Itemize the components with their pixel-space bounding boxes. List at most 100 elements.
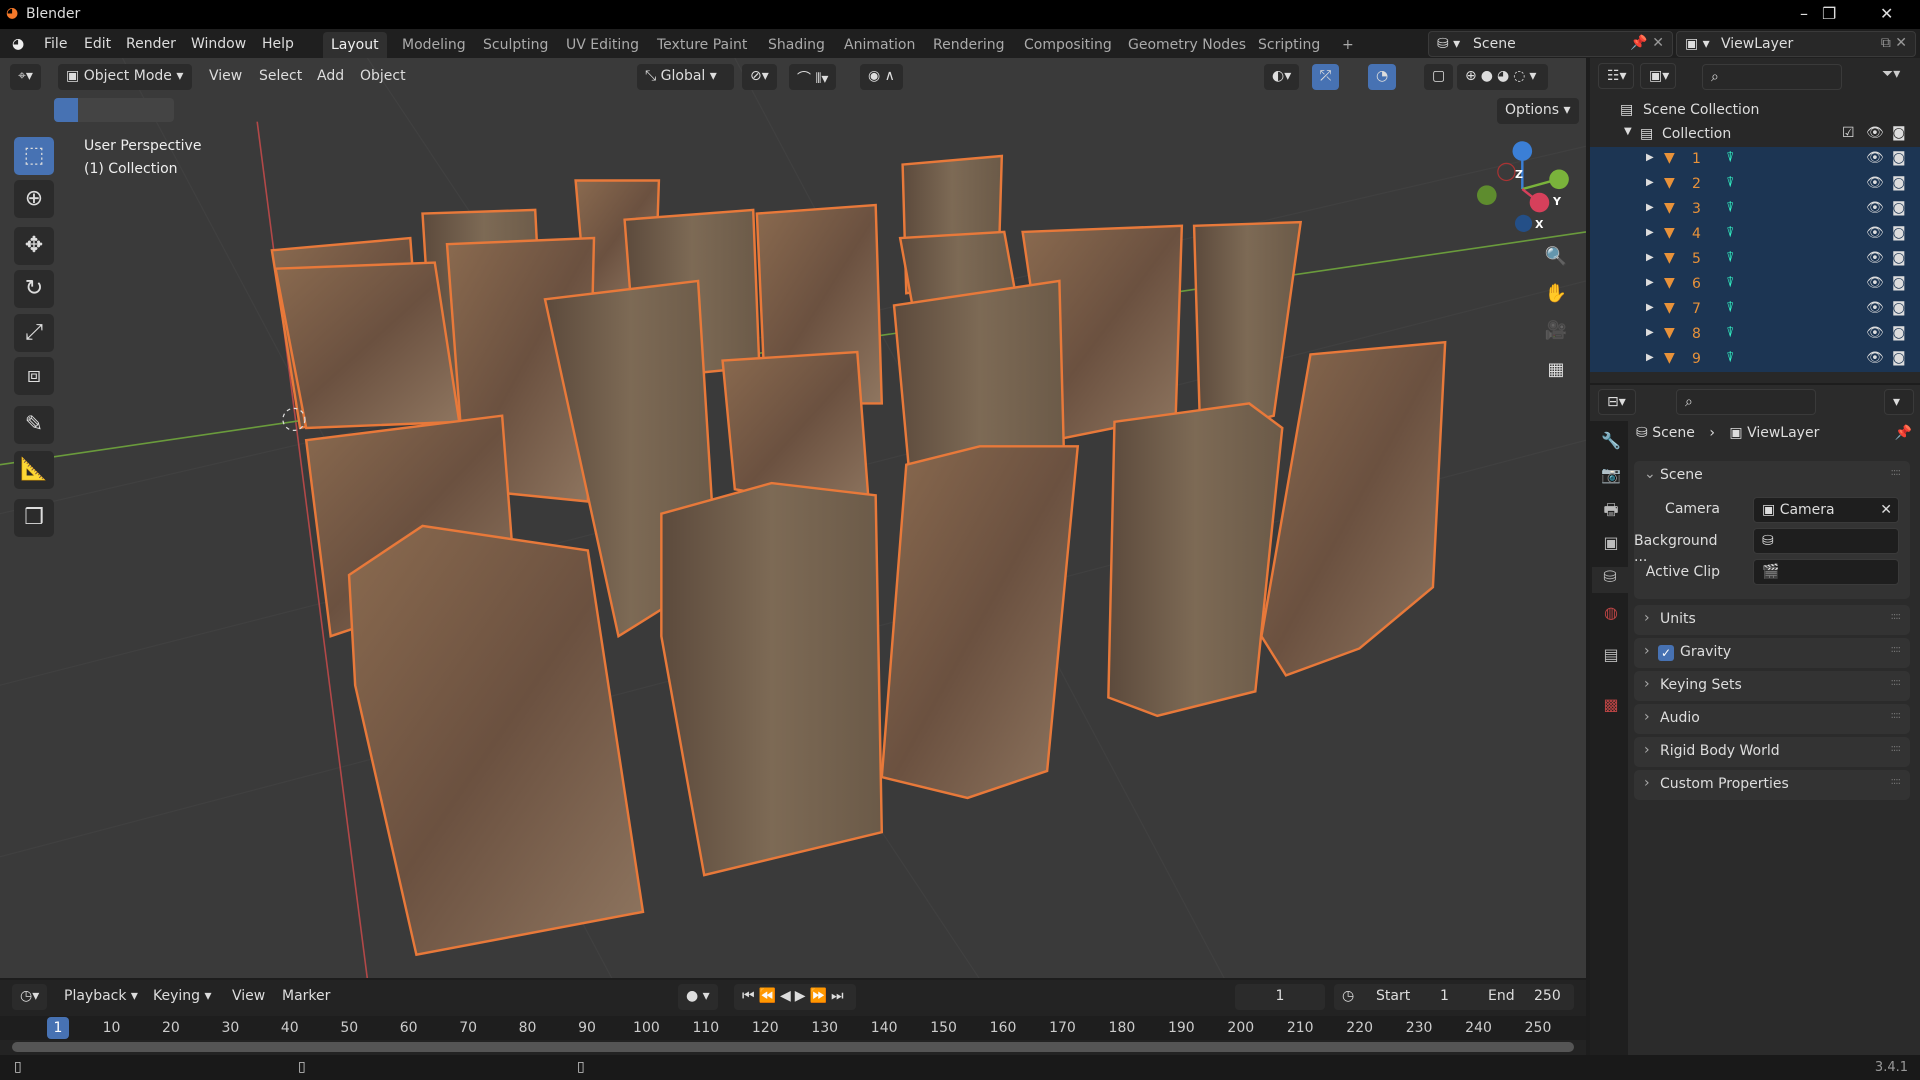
select-new-icon[interactable] [54,98,78,122]
expand-icon[interactable]: ▶ [1646,152,1654,163]
properties-editor-type-icon[interactable]: ⊟▾ [1598,389,1636,415]
expand-icon[interactable]: ▶ [1646,202,1654,213]
3d-viewport[interactable]: Z Y X ⌖▾ ▣ Object Mode ▾ View Select Add… [0,58,1586,978]
camera-render-icon[interactable]: ◙ [1892,350,1906,366]
eye-icon[interactable]: 👁 [1866,175,1884,191]
tab-animation[interactable]: Animation [836,32,923,58]
outliner-object-row[interactable]: ▶ ▼ 6 ⍒ 👁 ◙ [1590,272,1920,297]
properties-search-input[interactable]: ⌕ [1676,389,1816,415]
new-view-layer-icon[interactable]: ⧉ ✕ [1881,35,1907,51]
expand-chevron-icon[interactable]: › [1644,775,1650,791]
tab-layout[interactable]: Layout [323,32,387,58]
expand-chevron-icon[interactable]: › [1644,676,1650,692]
display-mode-icon[interactable]: ☷▾ [1598,63,1634,89]
pin-icon[interactable]: 📌 [1895,425,1912,441]
panel-audio[interactable]: › Audio :::: [1634,704,1910,734]
close-button[interactable]: ✕ [1880,4,1893,23]
properties-options-icon[interactable]: ▾ [1884,389,1914,415]
panel-rigid-body-world[interactable]: › Rigid Body World :::: [1634,737,1910,767]
transform-orientation-dropdown[interactable]: ⤡ Global ▾ [637,64,734,90]
camera-render-icon[interactable]: ◙ [1892,225,1906,241]
expand-chevron-icon[interactable]: ⌄ [1644,466,1656,482]
proportional-edit-icon[interactable]: ◉ ∧ [860,64,903,90]
menu-add[interactable]: Add [317,68,344,84]
expand-chevron-icon[interactable]: › [1644,610,1650,626]
camera-render-icon[interactable]: ◙ [1892,125,1906,141]
outliner-object-row[interactable]: ▶ ▼ 9 ⍒ 👁 ◙ [1590,347,1920,372]
drag-handle-icon[interactable]: :::: [1891,467,1902,478]
pan-view-icon[interactable]: ✋ [1540,278,1572,310]
log-object[interactable] [347,524,645,957]
expand-chevron-icon[interactable]: › [1644,643,1650,659]
log-object[interactable] [1107,402,1284,718]
move-tool-icon[interactable]: ✥ [14,227,54,265]
menu-view[interactable]: View [209,68,242,84]
camera-field[interactable]: ▣ Camera ✕ [1753,497,1899,523]
eye-icon[interactable]: 👁 [1866,275,1884,291]
drag-handle-icon[interactable]: :::: [1891,743,1902,754]
menu-edit[interactable]: Edit [84,36,111,52]
camera-render-icon[interactable]: ◙ [1892,175,1906,191]
drag-handle-icon[interactable]: :::: [1891,611,1902,622]
navigation-gizmo[interactable] [1477,141,1569,232]
pin-icon[interactable]: 📌 ✕ [1630,35,1664,51]
menu-keying[interactable]: Keying ▾ [153,988,212,1004]
minimize-button[interactable]: – [1800,4,1808,23]
scale-tool-icon[interactable]: ⤢ [14,314,54,352]
view-layer-filter-icon[interactable]: ▣▾ [1640,63,1676,89]
log-object[interactable] [880,445,1080,800]
timeline-editor-type-icon[interactable]: ◷▾ [12,984,48,1010]
mode-dropdown[interactable]: ▣ Object Mode ▾ [58,64,192,90]
camera-render-icon[interactable]: ◙ [1892,250,1906,266]
scene-collection-row[interactable]: ▤ Scene Collection [1590,98,1920,123]
rotate-tool-icon[interactable]: ↻ [14,270,54,308]
drag-handle-icon[interactable]: :::: [1891,776,1902,787]
outliner-object-row[interactable]: ▶ ▼ 7 ⍒ 👁 ◙ [1590,297,1920,322]
orthographic-toggle-icon[interactable]: ▦ [1540,354,1572,386]
eye-icon[interactable]: 👁 [1866,125,1884,141]
render-tab-icon[interactable]: 📷 [1598,465,1624,491]
tab-geometry-nodes[interactable]: Geometry Nodes [1120,32,1254,58]
eye-icon[interactable]: 👁 [1866,300,1884,316]
tab-compositing[interactable]: Compositing [1016,32,1120,58]
menu-object[interactable]: Object [360,68,406,84]
gravity-checkbox[interactable]: ✓ [1658,645,1674,661]
outliner-object-row[interactable]: ▶ ▼ 5 ⍒ 👁 ◙ [1590,247,1920,272]
eye-icon[interactable]: 👁 [1866,225,1884,241]
tab-modeling[interactable]: Modeling [394,32,474,58]
tab-shading[interactable]: Shading [760,32,833,58]
tab-scripting[interactable]: Scripting [1250,32,1328,58]
expand-icon[interactable]: ▶ [1646,252,1654,263]
menu-help[interactable]: Help [262,36,294,52]
log-object[interactable] [660,481,884,877]
tab-rendering[interactable]: Rendering [925,32,1013,58]
playback-controls[interactable]: ⏮⏪◀▶⏩⏭ [734,984,856,1010]
eye-icon[interactable]: 👁 [1866,200,1884,216]
expand-icon[interactable]: ▶ [1646,352,1654,363]
drag-handle-icon[interactable]: :::: [1891,677,1902,688]
tab-sculpting[interactable]: Sculpting [475,32,556,58]
collapse-icon[interactable]: ▼ [1624,126,1632,137]
viewport-scene[interactable] [0,58,1586,978]
blender-menu-icon[interactable]: ◕ [12,36,24,52]
shading-modes-icon[interactable]: ⊕●◕◌▾ [1457,64,1549,90]
outliner-object-row[interactable]: ▶ ▼ 3 ⍒ 👁 ◙ [1590,197,1920,222]
editor-type-button[interactable]: ⌖▾ [10,64,41,90]
start-field[interactable]: 1 [1440,988,1449,1004]
outliner-object-row[interactable]: ▶ ▼ 4 ⍒ 👁 ◙ [1590,222,1920,247]
camera-render-icon[interactable]: ◙ [1892,200,1906,216]
panel-title[interactable]: Scene [1660,467,1703,483]
snap-icon[interactable]: ⌒ ⫴▾ [789,64,837,90]
menu-view[interactable]: View [232,988,265,1004]
eye-icon[interactable]: 👁 [1866,350,1884,366]
menu-select[interactable]: Select [259,68,302,84]
view-layer-selector[interactable]: ▣ ▾ ViewLayer ⧉ ✕ [1676,31,1916,57]
collection-tab-icon[interactable]: ▤ [1598,645,1624,671]
visibility-icon[interactable]: ◐▾ [1264,64,1300,90]
log-object[interactable] [1260,340,1447,677]
outliner-object-row[interactable]: ▶ ▼ 1 ⍒ 👁 ◙ [1590,147,1920,172]
outliner-object-row[interactable]: ▶ ▼ 8 ⍒ 👁 ◙ [1590,322,1920,347]
texture-tab-icon[interactable]: ▩ [1598,695,1624,721]
menu-render[interactable]: Render [126,36,176,52]
exclude-checkbox[interactable]: ☑ [1842,125,1855,141]
